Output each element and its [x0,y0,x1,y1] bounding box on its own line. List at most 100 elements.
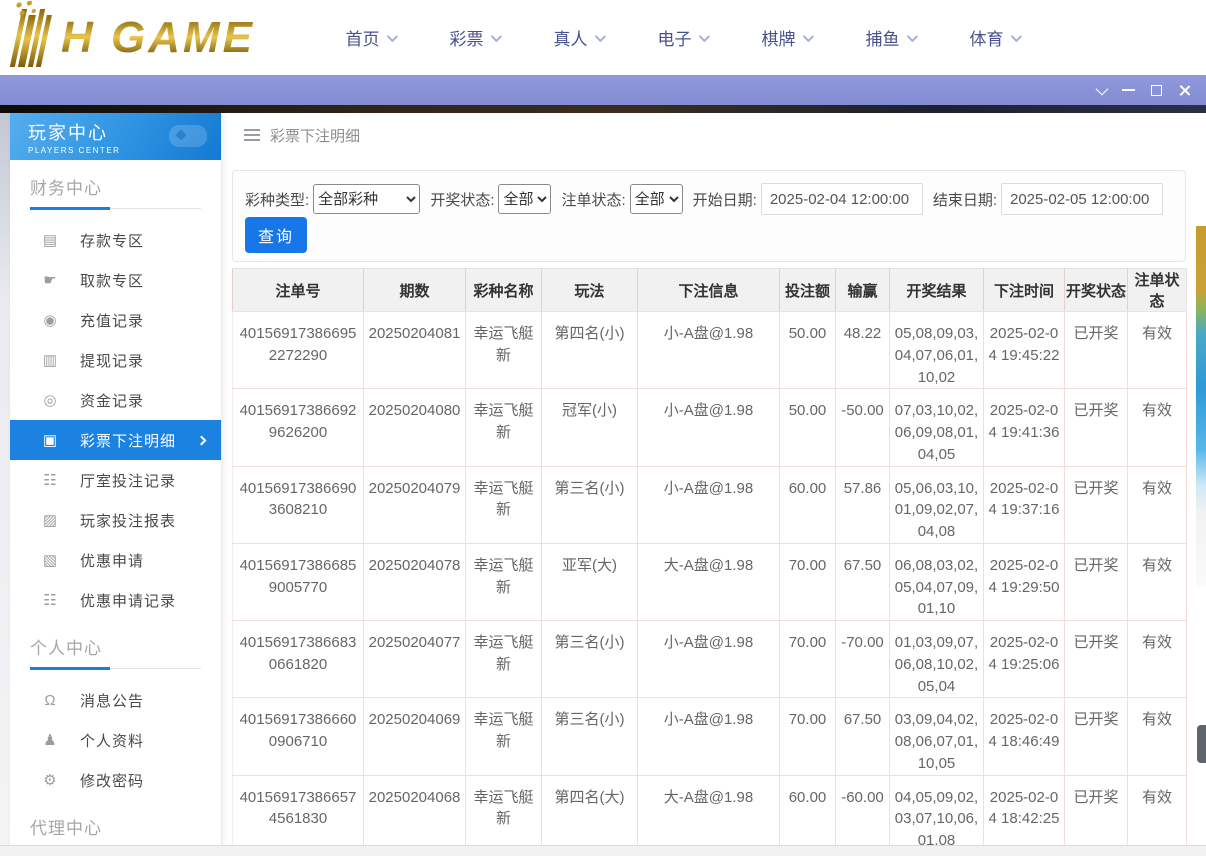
cell-play: 第三名(小) [542,466,638,543]
promo-application-icon: ▧ [40,551,60,569]
start-date-input[interactable] [761,183,923,215]
sidebar-item[interactable]: ▧ 优惠申请 [10,540,221,580]
edge-floating-widget[interactable] [1197,725,1206,763]
cell-play: 亚军(大) [542,543,638,620]
nav-item-label: 捕鱼 [866,25,900,50]
cell-winloss: 67.50 [836,698,890,775]
cell-bet-id: 401569173866859005770 [233,543,364,620]
sidebar-header: 玩家中心 PLAYERS CENTER [10,113,221,160]
chevron-down-icon [698,30,709,41]
cell-play: 冠军(小) [542,389,638,466]
nav-item[interactable]: 捕鱼 [838,25,942,50]
horizontal-scrollbar[interactable] [0,845,1206,856]
chevron-right-icon [197,435,207,445]
nav-item-label: 首页 [346,25,380,50]
sidebar-item[interactable]: ⚙ 修改密码 [10,760,221,800]
nav-item[interactable]: 棋牌 [734,25,838,50]
sidebar-item[interactable]: ◎ 资金记录 [10,380,221,420]
nav-item[interactable]: 电子 [630,25,734,50]
start-date-label: 开始日期: [693,189,757,210]
window-close-button[interactable] [1170,75,1198,105]
cell-period: 20250204068 [364,775,466,852]
sidebar-item[interactable]: ☷ 厅室投注记录 [10,460,221,500]
section-divider [30,667,201,670]
sidebar-item-label: 充值记录 [80,310,144,331]
cell-winloss: -60.00 [836,775,890,852]
bet-table: 注单号期数彩种名称玩法下注信息投注额输赢开奖结果下注时间开奖状态注单状态 401… [232,268,1187,856]
withdrawal-records-icon: ▥ [40,351,60,369]
lottery-type-select[interactable]: 全部彩种 [313,184,420,214]
cell-amount: 70.00 [780,698,836,775]
left-gutter [0,113,10,856]
cell-play: 第三名(小) [542,621,638,698]
cell-bet-info: 小-A盘@1.98 [638,389,780,466]
cell-draw-status: 已开奖 [1065,775,1128,852]
cell-bet-id: 401569173866929626200 [233,389,364,466]
site-header: H GAME 首页 彩票 真人 电子 棋牌 [0,0,1206,75]
nav-item[interactable]: 首页 [318,25,422,50]
cell-bet-info: 小-A盘@1.98 [638,312,780,389]
sidebar-section: 财务中心 ▤ 存款专区 ☛ 取 [10,174,221,620]
nav-item[interactable]: 体育 [942,25,1046,50]
cell-lottery: 幸运飞艇新 [466,543,542,620]
nav-item[interactable]: 真人 [526,25,630,50]
cell-winloss: 67.50 [836,543,890,620]
logo-dots-icon [12,1,42,21]
table-header-cell: 开奖结果 [890,269,984,312]
logo-bars-icon [10,9,61,67]
cell-order-status: 有效 [1128,543,1187,620]
table-row: 401569173866574561830 20250204068 幸运飞艇新 … [233,775,1187,852]
table-header-cell: 期数 [364,269,466,312]
sidebar-item[interactable]: ☛ 取款专区 [10,260,221,300]
sidebar-section-title: 代理中心 [30,814,201,839]
nav-item-label: 电子 [658,25,692,50]
sidebar-item[interactable]: ▥ 提现记录 [10,340,221,380]
sidebar-item[interactable]: ☷ 优惠申请记录 [10,580,221,620]
nav-item-label: 体育 [970,25,1004,50]
cell-winloss: 48.22 [836,312,890,389]
minimize-icon [1122,89,1135,91]
sidebar-item[interactable]: ▨ 玩家投注报表 [10,500,221,540]
table-header-cell: 玩法 [542,269,638,312]
cell-draw-status: 已开奖 [1065,543,1128,620]
cell-amount: 60.00 [780,775,836,852]
chevron-down-icon [490,30,501,41]
lottery-bet-details-icon: ▣ [40,431,60,449]
sidebar-item[interactable]: ▣ 彩票下注明细 [10,420,221,460]
window-minimize-button[interactable] [1114,75,1142,105]
sidebar-item[interactable]: Ω 消息公告 [10,680,221,720]
end-date-input[interactable] [1001,183,1163,215]
cell-result: 01,03,09,07,06,08,10,02,05,04 [890,621,984,698]
window-dropdown-button[interactable] [1086,75,1114,105]
sidebar-section: 个人中心 Ω 消息公告 ♟ 个 [10,634,221,800]
cell-bet-info: 小-A盘@1.98 [638,466,780,543]
logo-text: H GAME [61,16,261,60]
cell-order-status: 有效 [1128,698,1187,775]
search-button[interactable]: 查询 [245,217,307,253]
order-status-select[interactable]: 全部 [630,184,683,214]
sidebar-item[interactable]: ▤ 存款专区 [10,220,221,260]
cell-play: 第三名(小) [542,698,638,775]
cell-bet-info: 大-A盘@1.98 [638,775,780,852]
table-header-cell: 下注信息 [638,269,780,312]
hall-bet-records-icon: ☷ [40,471,60,489]
announcements-icon: Ω [40,692,60,709]
player-bet-report-icon: ▨ [40,511,60,529]
table-row: 401569173866859005770 20250204078 幸运飞艇新 … [233,543,1187,620]
nav-item[interactable]: 彩票 [422,25,526,50]
hamburger-icon[interactable] [244,129,260,141]
window-maximize-button[interactable] [1142,75,1170,105]
sidebar-item-label: 提现记录 [80,350,144,371]
sidebar-item[interactable]: ♟ 个人资料 [10,720,221,760]
sidebar-item-label: 存款专区 [80,230,144,251]
page-title: 彩票下注明细 [270,125,360,146]
sidebar-item[interactable]: ◉ 充值记录 [10,300,221,340]
cell-winloss: 57.86 [836,466,890,543]
brand-logo[interactable]: H GAME [16,6,261,70]
draw-status-select[interactable]: 全部 [498,184,551,214]
sidebar: 玩家中心 PLAYERS CENTER 财务中心 ▤ 存款专区 [10,113,222,856]
cell-bet-time: 2025-02-04 19:41:36 [984,389,1065,466]
chevron-down-icon [906,30,917,41]
cell-bet-id: 401569173866830661820 [233,621,364,698]
cell-period: 20250204077 [364,621,466,698]
